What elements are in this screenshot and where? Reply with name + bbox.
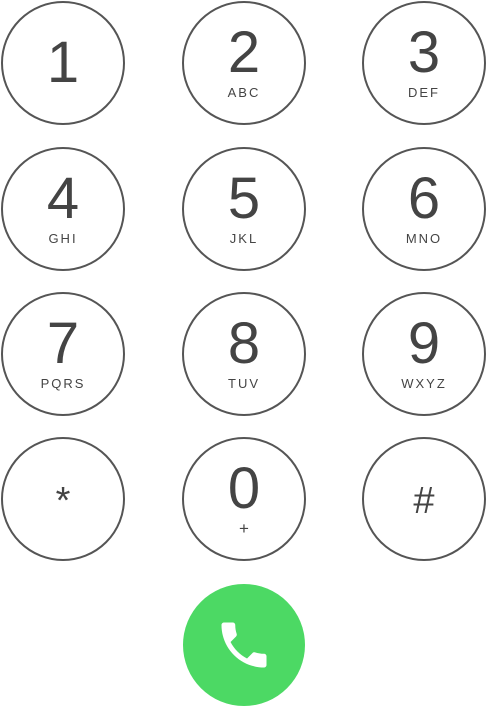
key-digit: 6 bbox=[407, 166, 441, 231]
dial-keypad: 1 2 ABC 3 DEF 4 GHI 5 JKL 6 MNO 7 PQRS 8… bbox=[0, 0, 488, 564]
key-letters: MNO bbox=[405, 231, 443, 246]
key-hash[interactable]: # bbox=[362, 437, 486, 561]
key-digit: 3 bbox=[407, 20, 441, 85]
key-9[interactable]: 9 WXYZ bbox=[362, 292, 486, 416]
key-digit: 8 bbox=[227, 311, 261, 376]
key-digit: 9 bbox=[407, 311, 441, 376]
key-letters: WXYZ bbox=[401, 376, 447, 391]
key-letters: JKL bbox=[229, 231, 259, 246]
key-digit: 5 bbox=[227, 166, 261, 231]
key-5[interactable]: 5 JKL bbox=[182, 147, 306, 271]
key-letters: + bbox=[239, 519, 249, 538]
key-1[interactable]: 1 bbox=[1, 1, 125, 125]
key-digit: 4 bbox=[46, 166, 80, 231]
key-letters: PQRS bbox=[40, 376, 86, 391]
key-6[interactable]: 6 MNO bbox=[362, 147, 486, 271]
key-letters: ABC bbox=[227, 85, 261, 100]
key-7[interactable]: 7 PQRS bbox=[1, 292, 125, 416]
key-digit: 0 bbox=[227, 456, 261, 521]
key-digit: 2 bbox=[227, 20, 261, 85]
key-digit: 1 bbox=[46, 30, 80, 95]
key-digit: * bbox=[55, 480, 71, 522]
key-letters: DEF bbox=[408, 85, 440, 100]
key-3[interactable]: 3 DEF bbox=[362, 1, 486, 125]
key-2[interactable]: 2 ABC bbox=[182, 1, 306, 125]
call-button[interactable] bbox=[183, 584, 305, 706]
key-digit: # bbox=[413, 480, 435, 522]
key-digit: 7 bbox=[46, 311, 80, 376]
key-8[interactable]: 8 TUV bbox=[182, 292, 306, 416]
key-4[interactable]: 4 GHI bbox=[1, 147, 125, 271]
key-star[interactable]: * bbox=[1, 437, 125, 561]
key-letters: GHI bbox=[48, 231, 78, 246]
key-0[interactable]: 0 + bbox=[182, 437, 306, 561]
phone-icon bbox=[221, 622, 267, 668]
key-letters: TUV bbox=[228, 376, 260, 391]
